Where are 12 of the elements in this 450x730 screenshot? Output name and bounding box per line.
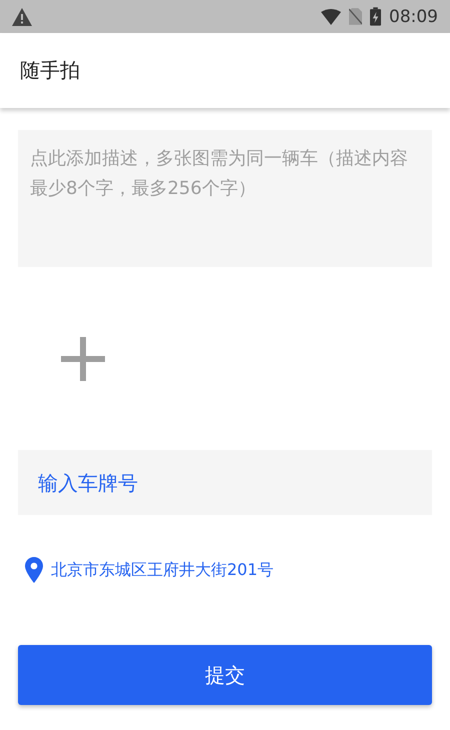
add-photo-icon[interactable] <box>61 336 105 380</box>
no-sim-icon <box>349 8 362 25</box>
location-pin-icon <box>25 557 43 583</box>
wifi-icon <box>321 8 341 24</box>
page-title: 随手拍 <box>20 57 80 84</box>
status-time: 08:09 <box>389 6 438 26</box>
submit-button[interactable]: 提交 <box>18 645 432 705</box>
location-address[interactable]: 北京市东城区王府井大街201号 <box>51 560 274 580</box>
battery-icon <box>370 7 381 26</box>
plate-number-field[interactable]: 输入车牌号 <box>18 450 432 515</box>
description-field[interactable]: 点此添加描述，多张图需为同一辆车（描述内容最少8个字，最多256个字） <box>18 130 432 267</box>
warning-icon <box>12 8 32 26</box>
